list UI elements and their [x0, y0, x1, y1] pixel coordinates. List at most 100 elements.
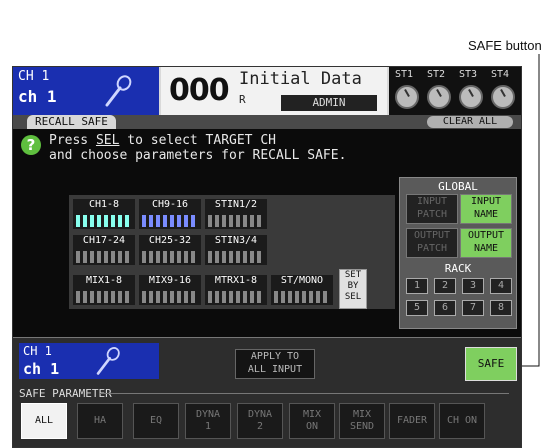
microphone-icon: [105, 75, 132, 107]
output-name-button[interactable]: OUTPUT NAME: [460, 228, 512, 258]
channel-dot: [274, 291, 278, 303]
rack-4-button[interactable]: 4: [490, 278, 512, 294]
rack-5-button[interactable]: 5: [406, 300, 428, 316]
param-dyna2-button[interactable]: DYNA 2: [237, 403, 283, 439]
param-ha-button[interactable]: HA: [77, 403, 123, 439]
global-panel: GLOBAL INPUT PATCH INPUT NAME OUTPUT PAT…: [399, 177, 517, 329]
grid-stin1-2[interactable]: STIN1/2: [205, 199, 267, 229]
channel-dot: [316, 291, 320, 303]
channel-dot: [184, 291, 188, 303]
grid-mix9-16-label: MIX9-16: [148, 275, 192, 286]
channel-dot: [208, 215, 212, 227]
channel-dot: [208, 251, 212, 263]
grid-ch17-24[interactable]: CH17-24: [73, 235, 135, 265]
st3-knob-icon[interactable]: [459, 85, 483, 109]
safe-button[interactable]: SAFE: [465, 347, 517, 381]
grid-mtrx1-8[interactable]: MTRX1-8: [205, 275, 267, 305]
channel-dot: [142, 291, 146, 303]
channel-dot: [90, 215, 94, 227]
safe-parameter-label: SAFE PARAMETER: [19, 387, 112, 400]
grid-ch25-32-label: CH25-32: [148, 235, 192, 246]
channel-dot: [149, 215, 153, 227]
rack-title: RACK: [444, 262, 472, 275]
channel-dot: [118, 291, 122, 303]
grid-ch9-16-dots: [142, 213, 198, 227]
channel-dot: [104, 215, 108, 227]
st4-label: ST4: [491, 69, 510, 80]
channel-dot: [215, 251, 219, 263]
channel-name: ch 1: [18, 87, 57, 106]
channel-dot: [281, 291, 285, 303]
channel-dot: [170, 251, 174, 263]
bottom-channel-number: CH 1: [23, 344, 52, 358]
selected-channel-display[interactable]: CH 1 ch 1: [13, 67, 159, 115]
param-mix-on-button[interactable]: MIX ON: [289, 403, 335, 439]
param-dyna1-button[interactable]: DYNA 1: [185, 403, 231, 439]
grid-stin3-4-label: STIN3/4: [214, 235, 258, 246]
rack-6-button[interactable]: 6: [434, 300, 456, 316]
instruction-post: to select TARGET CH: [119, 133, 276, 148]
rack-1-button[interactable]: 1: [406, 278, 428, 294]
input-patch-button[interactable]: INPUT PATCH: [406, 194, 458, 224]
channel-dot: [222, 251, 226, 263]
rack-2-button[interactable]: 2: [434, 278, 456, 294]
rack-8-button[interactable]: 8: [490, 300, 512, 316]
grid-mix9-16-dots: [142, 289, 198, 303]
channel-dot: [295, 291, 299, 303]
channel-dot: [236, 251, 240, 263]
input-name-button[interactable]: INPUT NAME: [460, 194, 512, 224]
param-all-button[interactable]: ALL: [21, 403, 67, 439]
scene-number: 000: [169, 73, 230, 108]
grid-ch1-8[interactable]: CH1-8: [73, 199, 135, 229]
channel-dot: [163, 291, 167, 303]
tab-recall-safe[interactable]: RECALL SAFE: [27, 115, 116, 129]
channel-dot: [243, 251, 247, 263]
channel-dot: [215, 215, 219, 227]
param-mix-send-button[interactable]: MIX SEND: [339, 403, 385, 439]
output-patch-button[interactable]: OUTPUT PATCH: [406, 228, 458, 258]
grid-mix1-8-dots: [76, 289, 132, 303]
param-eq-button[interactable]: EQ: [133, 403, 179, 439]
st4-knob-icon[interactable]: [491, 85, 515, 109]
channel-dot: [257, 215, 261, 227]
scene-display[interactable]: 000 Initial Data R ADMIN: [161, 67, 387, 115]
rack-7-button[interactable]: 7: [462, 300, 484, 316]
channel-dot: [90, 291, 94, 303]
channel-dot: [97, 291, 101, 303]
param-ch-on-button[interactable]: CH ON: [439, 403, 485, 439]
grid-ch25-32[interactable]: CH25-32: [139, 235, 201, 265]
channel-dot: [250, 215, 254, 227]
channel-dot: [302, 291, 306, 303]
clear-all-button[interactable]: CLEAR ALL: [427, 116, 513, 128]
set-by-sel-button[interactable]: SET BY SEL: [339, 269, 367, 309]
user-level: ADMIN: [281, 95, 377, 111]
bottom-channel-display: CH 1 ch 1: [19, 343, 159, 379]
channel-dot: [208, 291, 212, 303]
st1-knob-icon[interactable]: [395, 85, 419, 109]
grid-stin3-4[interactable]: STIN3/4: [205, 235, 267, 265]
grid-ch9-16[interactable]: CH9-16: [139, 199, 201, 229]
rack-3-button[interactable]: 3: [462, 278, 484, 294]
channel-dot: [149, 291, 153, 303]
scene-title: Initial Data: [239, 69, 362, 89]
channel-dot: [170, 215, 174, 227]
grid-st-mono[interactable]: ST/MONO: [271, 275, 333, 305]
grid-mix1-8[interactable]: MIX1-8: [73, 275, 135, 305]
channel-dot: [83, 215, 87, 227]
st2-knob-icon[interactable]: [427, 85, 451, 109]
channel-dot: [288, 291, 292, 303]
channel-dot: [177, 215, 181, 227]
microphone-icon: [96, 347, 120, 375]
channel-dot: [104, 291, 108, 303]
param-fader-button[interactable]: FADER: [389, 403, 435, 439]
apply-to-all-input-button[interactable]: APPLY TO ALL INPUT: [235, 349, 315, 379]
channel-dot: [118, 251, 122, 263]
channel-dot: [191, 291, 195, 303]
channel-dot: [236, 215, 240, 227]
channel-dot: [222, 291, 226, 303]
channel-dot: [257, 291, 261, 303]
bottom-channel-name: ch 1: [23, 360, 60, 378]
channel-dot: [97, 251, 101, 263]
grid-mix9-16[interactable]: MIX9-16: [139, 275, 201, 305]
channel-dot: [177, 291, 181, 303]
